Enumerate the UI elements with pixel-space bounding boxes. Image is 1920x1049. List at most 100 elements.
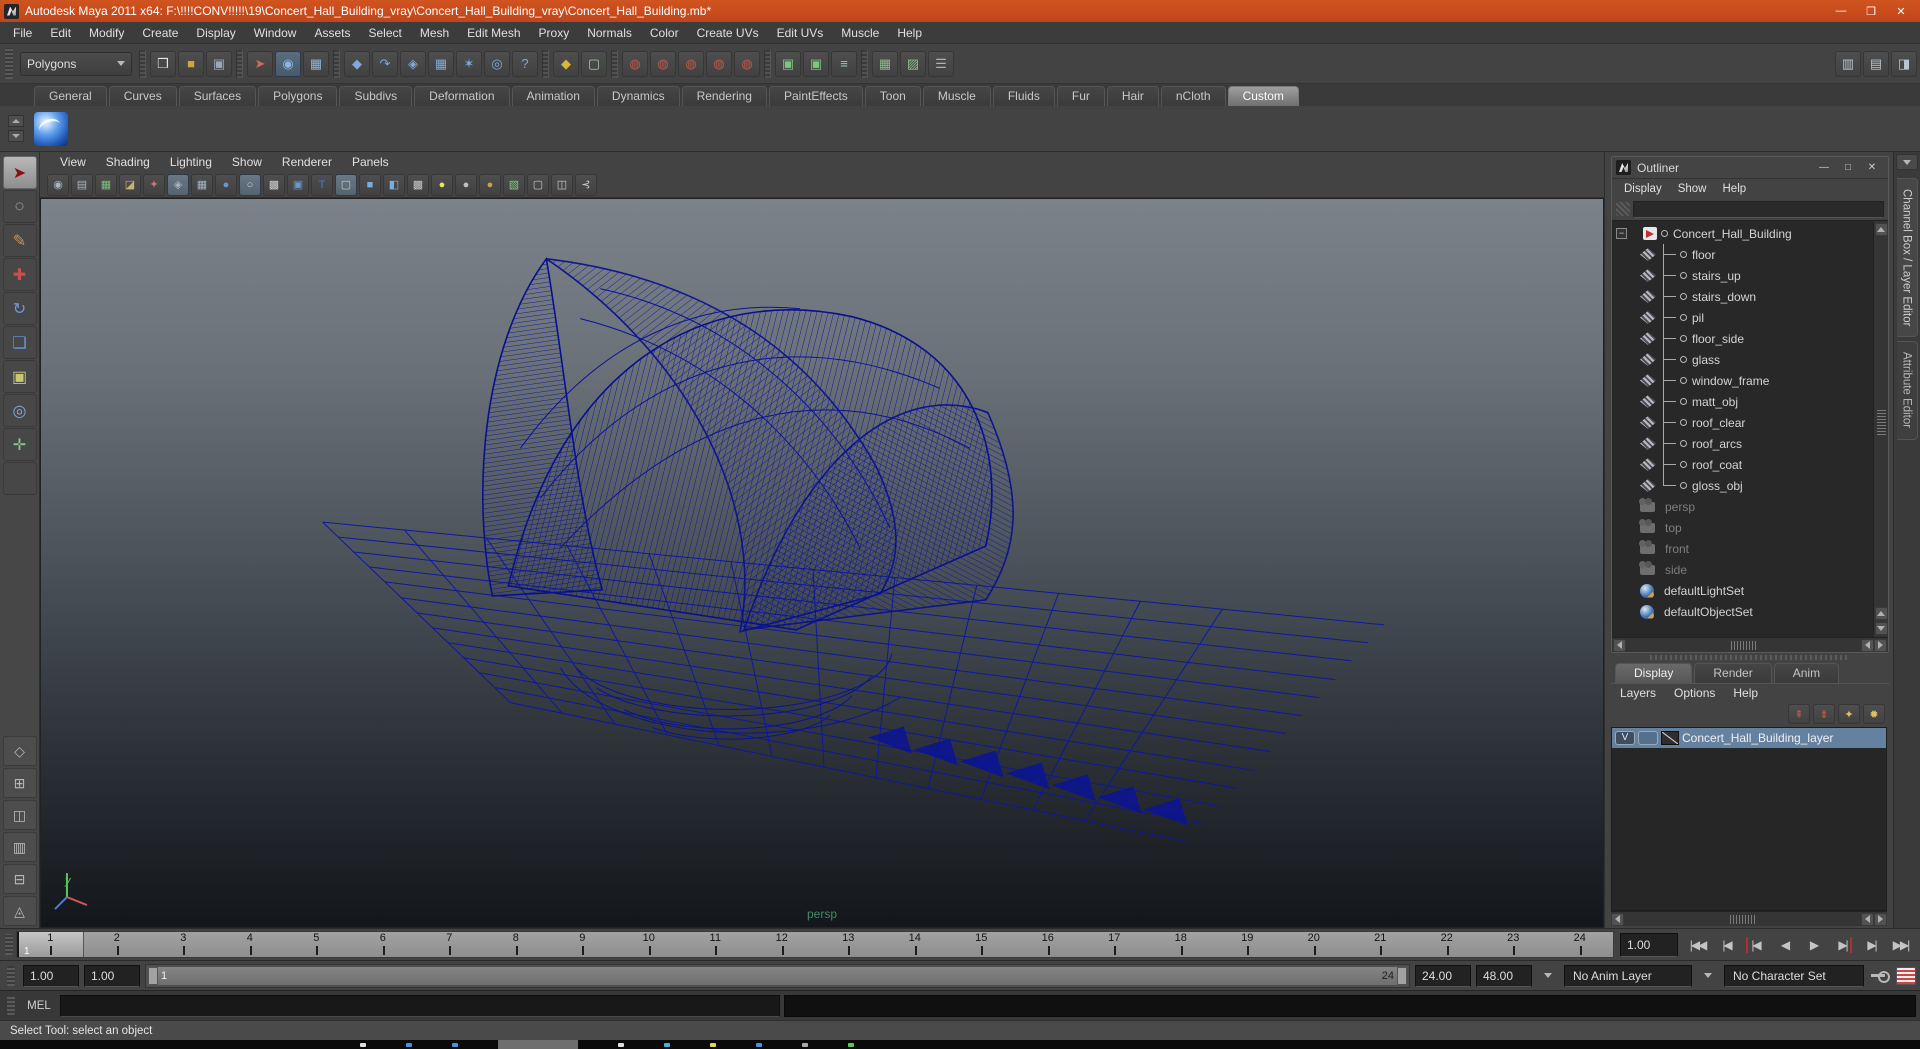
layer-menu-item[interactable]: Help: [1724, 684, 1767, 702]
go-to-start-button[interactable]: |◀◀: [1684, 933, 1711, 957]
frame-tick[interactable]: 10: [616, 932, 683, 957]
menu-set-dropdown[interactable]: Polygons: [20, 51, 132, 76]
auto-keyframe-icon[interactable]: [1869, 968, 1891, 984]
character-set-selector[interactable]: No Character Set: [1724, 964, 1864, 987]
go-to-end-button[interactable]: ▶▶|: [1887, 933, 1914, 957]
select-by-hierarchy-button[interactable]: ➤: [247, 50, 273, 77]
menu-item[interactable]: Create: [133, 22, 187, 43]
move-layer-down-button[interactable]: ⇟: [1813, 704, 1835, 724]
construction-history-button[interactable]: ≡: [831, 50, 857, 77]
frame-tick[interactable]: 7: [416, 932, 483, 957]
menu-item[interactable]: Select: [359, 22, 410, 43]
range-slider-bar[interactable]: 1 24: [148, 966, 1407, 985]
view-compass-button[interactable]: ◪: [119, 173, 141, 196]
outliner-item[interactable]: − defaultLightSet: [1612, 580, 1873, 601]
resolution-gate-button[interactable]: ●: [215, 173, 237, 196]
taskbar-button[interactable]: [498, 1040, 578, 1049]
taskbar-icon[interactable]: [848, 1042, 854, 1047]
playback-start-field[interactable]: [84, 964, 140, 987]
layer-row[interactable]: V Concert_Hall_Building_layer: [1612, 728, 1886, 748]
range-slider-track[interactable]: 1 24: [145, 963, 1410, 988]
play-backwards-button[interactable]: ◀: [1771, 933, 1798, 957]
layer-color-swatch[interactable]: [1661, 731, 1679, 745]
shelf-tab[interactable]: Animation: [511, 86, 595, 106]
shelf-tab[interactable]: Muscle: [922, 86, 991, 106]
snap-to-points-button[interactable]: ◍: [678, 50, 704, 77]
snap-to-view-planes-button[interactable]: ◍: [706, 50, 732, 77]
shelf-tab[interactable]: nCloth: [1160, 86, 1226, 106]
select-tool[interactable]: ➤: [2, 156, 37, 189]
shelf-arrow-down-icon[interactable]: [8, 130, 24, 142]
outliner-item[interactable]: − front: [1612, 538, 1873, 559]
outliner-item[interactable]: − matt_obj: [1612, 391, 1873, 412]
layout-single-pane-button[interactable]: ◇: [2, 736, 37, 766]
shelf-tab[interactable]: Dynamics: [596, 86, 680, 106]
filter-icon[interactable]: [1616, 202, 1630, 216]
layer-horizontal-scrollbar[interactable]: [1611, 911, 1887, 926]
select-surfaces-mask-button[interactable]: ◈: [400, 50, 426, 77]
shelf-tab[interactable]: Hair: [1106, 86, 1159, 106]
scroll-left-icon[interactable]: [1613, 638, 1626, 652]
taskbar-icon[interactable]: [802, 1042, 808, 1047]
select-curves-mask-button[interactable]: ↷: [372, 50, 398, 77]
snap-to-curves-button[interactable]: ◍: [650, 50, 676, 77]
maximize-button[interactable]: ❒: [1856, 2, 1886, 20]
select-deformations-mask-button[interactable]: ▦: [428, 50, 454, 77]
shelf-tab[interactable]: Custom: [1227, 86, 1299, 106]
render-settings-button[interactable]: ☰: [928, 50, 954, 77]
field-chart-button[interactable]: ▩: [263, 173, 285, 196]
taskbar-icon[interactable]: [710, 1042, 716, 1047]
textured-display-button[interactable]: ◧: [383, 173, 405, 196]
paint-select-tool[interactable]: ✎: [2, 224, 37, 257]
image-plane-button[interactable]: ▦: [95, 173, 117, 196]
scrollbar-thumb[interactable]: [1876, 408, 1886, 435]
close-button[interactable]: ✕: [1886, 2, 1916, 20]
safe-title-button[interactable]: T: [311, 173, 333, 196]
menu-item[interactable]: Assets: [305, 22, 359, 43]
mel-language-button[interactable]: MEL: [22, 1000, 56, 1012]
smooth-shade-button[interactable]: ■: [359, 173, 381, 196]
menu-item[interactable]: File: [4, 22, 41, 43]
tab-attribute-editor[interactable]: Attribute Editor: [1896, 341, 1918, 440]
tab-channel-box-layer-editor[interactable]: Channel Box / Layer Editor: [1896, 178, 1918, 338]
outliner-item[interactable]: − gloss_obj: [1612, 475, 1873, 496]
panel-menu-item[interactable]: Panels: [342, 155, 399, 169]
menu-item[interactable]: Window: [245, 22, 306, 43]
outliner-item[interactable]: − roof_clear: [1612, 412, 1873, 433]
frame-tick[interactable]: 14: [882, 932, 949, 957]
layer-menu-item[interactable]: Options: [1665, 684, 1724, 702]
outliner-item[interactable]: − pil: [1612, 307, 1873, 328]
frame-tick[interactable]: 5: [283, 932, 350, 957]
lock-selection-button[interactable]: ◆: [553, 50, 579, 77]
panel-menu-item[interactable]: Renderer: [272, 155, 342, 169]
step-forward-frame-button[interactable]: ▶|: [1858, 933, 1885, 957]
outliner-item[interactable]: − roof_coat: [1612, 454, 1873, 475]
use-default-light-button[interactable]: ●: [455, 173, 477, 196]
menu-item[interactable]: Edit UVs: [768, 22, 833, 43]
command-line-grip[interactable]: [7, 996, 15, 1015]
frame-tick[interactable]: 22: [1414, 932, 1481, 957]
show-tool-settings-toggle[interactable]: ▤: [1863, 50, 1889, 77]
chevron-down-icon[interactable]: [1697, 965, 1719, 987]
outliner-item[interactable]: − Concert_Hall_Building: [1612, 223, 1873, 244]
xray-joints-button[interactable]: ◫: [551, 173, 573, 196]
frame-tick[interactable]: 17: [1081, 932, 1148, 957]
move-layer-up-button[interactable]: ⇞: [1788, 704, 1810, 724]
lasso-select-tool[interactable]: ◌: [2, 190, 37, 223]
outliner-item[interactable]: − stairs_down: [1612, 286, 1873, 307]
chevron-down-icon[interactable]: [1537, 965, 1559, 987]
frame-tick[interactable]: 11: [682, 932, 749, 957]
play-forwards-button[interactable]: ▶: [1800, 933, 1827, 957]
camera-attributes-button[interactable]: ◉: [47, 173, 69, 196]
menu-item[interactable]: Color: [641, 22, 688, 43]
menu-item[interactable]: Modify: [80, 22, 133, 43]
minimize-button[interactable]: —: [1826, 2, 1856, 20]
mel-command-input[interactable]: [60, 994, 780, 1017]
step-forward-key-button[interactable]: ▶|: [1829, 933, 1856, 957]
scrollbar-thumb[interactable]: [1729, 914, 1756, 924]
snap-to-grids-button[interactable]: ◍: [622, 50, 648, 77]
outliner-item[interactable]: − floor: [1612, 244, 1873, 265]
outliner-search-input[interactable]: [1633, 200, 1884, 218]
shelf-tab[interactable]: Toon: [864, 86, 921, 106]
range-grip[interactable]: [7, 965, 15, 986]
